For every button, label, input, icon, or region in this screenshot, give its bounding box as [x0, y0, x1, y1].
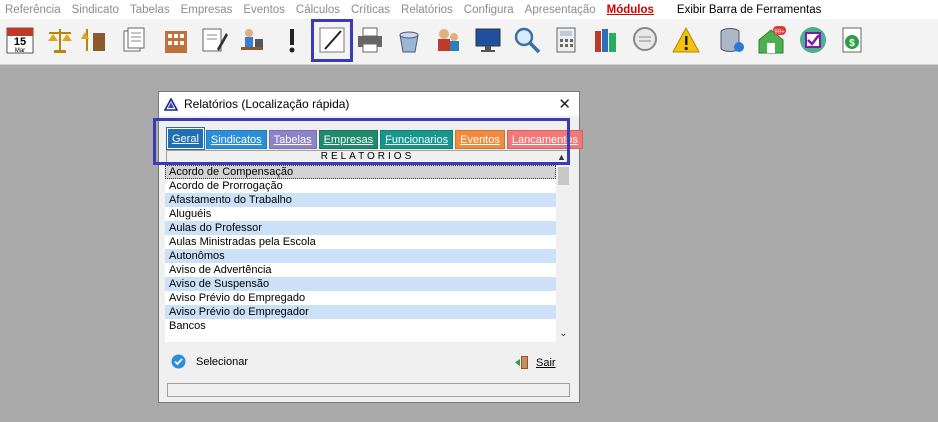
warning-icon[interactable] [670, 24, 702, 56]
close-icon[interactable]: ✕ [558, 95, 571, 113]
calendar-day: 15 [14, 36, 26, 48]
reports-list[interactable]: Acordo de Compensação Acordo de Prorroga… [165, 165, 556, 342]
menu-modulos[interactable]: Módulos [607, 4, 654, 16]
select-label: Selecionar [196, 355, 248, 368]
money-document-icon[interactable]: $ [836, 24, 868, 56]
menu-eventos[interactable]: Eventos [243, 4, 285, 16]
scroll-down-chevron-icon[interactable]: ⌄ [556, 328, 571, 340]
check-circle-icon [171, 354, 186, 369]
list-item[interactable]: Aulas Ministradas pela Escola [165, 235, 556, 249]
tabs-highlight-frame [153, 118, 570, 165]
list-item[interactable]: Aviso Prévio do Empregador [165, 305, 556, 319]
menu-configura[interactable]: Configura [464, 4, 514, 16]
dialog-titlebar[interactable]: Relatórios (Localização rápida) ✕ [159, 92, 579, 116]
monitor-icon[interactable] [472, 24, 504, 56]
users-key-icon[interactable] [432, 24, 464, 56]
calculator-icon[interactable] [550, 24, 582, 56]
exit-door-icon [515, 356, 528, 369]
list-item[interactable]: Aviso de Suspensão [165, 277, 556, 291]
select-button[interactable]: Selecionar [171, 354, 248, 369]
list-item[interactable]: Acordo de Prorrogação [165, 179, 556, 193]
list-item[interactable]: Aulas do Professor [165, 221, 556, 235]
exclamation-icon[interactable] [276, 24, 308, 56]
list-item[interactable]: Afastamento do Trabalho [165, 193, 556, 207]
menu-bar: Referência Sindicato Tabelas Empresas Ev… [0, 0, 938, 19]
list-item[interactable]: Aviso Prévio do Empregado [165, 291, 556, 305]
calendar-month: Mar [15, 48, 25, 54]
menu-tabelas[interactable]: Tabelas [130, 4, 170, 16]
documents-icon[interactable] [118, 24, 150, 56]
menu-referencia[interactable]: Referência [5, 4, 61, 16]
status-bar [167, 383, 570, 397]
bucket-icon[interactable] [393, 24, 425, 56]
search-icon[interactable] [511, 24, 543, 56]
menu-apresentacao[interactable]: Apresentação [525, 4, 596, 16]
scales-building-icon[interactable] [78, 24, 110, 56]
exit-button[interactable]: Sair [514, 355, 556, 370]
checkbox-icon[interactable] [797, 24, 829, 56]
toolbar-highlight-frame [311, 19, 353, 62]
menu-sindicato[interactable]: Sindicato [72, 4, 119, 16]
books-icon[interactable] [590, 24, 622, 56]
list-item[interactable]: Aviso de Advertência [165, 263, 556, 277]
calendar-icon[interactable]: 15 Mar [4, 24, 36, 56]
company-building-icon[interactable] [160, 24, 192, 56]
list-item[interactable]: Bancos [165, 319, 556, 333]
menu-relatorios[interactable]: Relatórios [401, 4, 453, 16]
printer-icon[interactable] [354, 24, 386, 56]
magnify-document-icon[interactable] [629, 24, 661, 56]
notification-badge: 99+ [774, 30, 785, 36]
scales-icon[interactable] [44, 24, 76, 56]
list-item[interactable]: Acordo de Compensação [165, 165, 556, 179]
list-item[interactable]: Autonômos [165, 249, 556, 263]
list-item[interactable]: Aluguéis [165, 207, 556, 221]
toolbar: 15 Mar 99+ $ [0, 19, 938, 65]
dialog-title: Relatórios (Localização rápida) [184, 97, 350, 111]
menu-criticas[interactable]: Críticas [351, 4, 390, 16]
exit-label: Sair [536, 356, 556, 369]
home-notifications-icon[interactable]: 99+ [755, 24, 787, 56]
svg-text:$: $ [849, 38, 855, 49]
menu-exibir-barra[interactable]: Exibir Barra de Ferramentas [677, 4, 821, 16]
app-triangle-icon [164, 97, 178, 111]
database-icon[interactable] [716, 24, 748, 56]
list-scrollbar[interactable]: ⌄ [556, 165, 571, 342]
menu-calculos[interactable]: Cálculos [296, 4, 340, 16]
edit-document-icon[interactable] [198, 24, 230, 56]
employee-desk-icon[interactable] [236, 24, 268, 56]
scrollbar-thumb[interactable] [558, 167, 569, 185]
menu-empresas[interactable]: Empresas [181, 4, 233, 16]
